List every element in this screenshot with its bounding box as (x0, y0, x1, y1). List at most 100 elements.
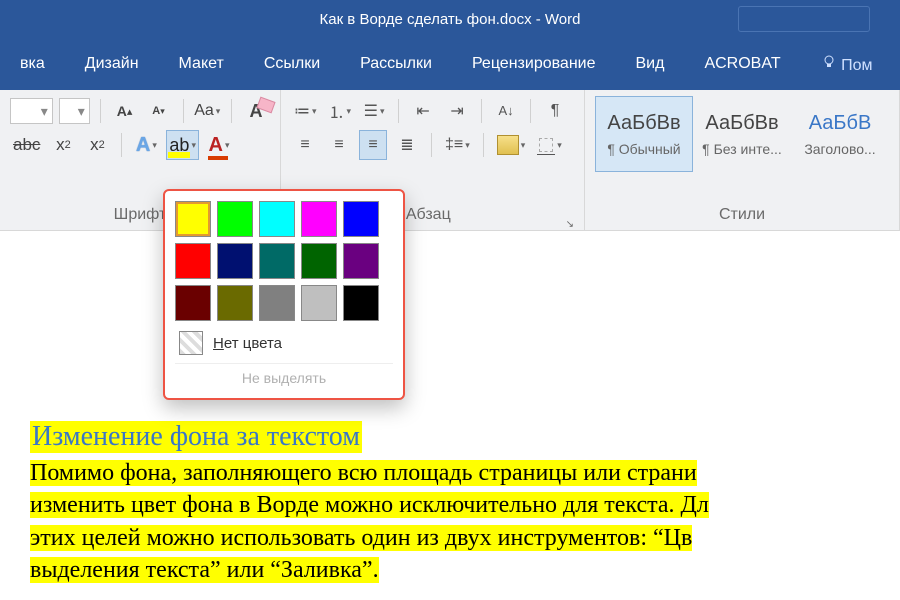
style-preview: АаБбВв (705, 112, 778, 135)
sort-button[interactable]: А↓ (492, 96, 520, 126)
indent-button[interactable]: ⇥ (443, 96, 471, 126)
account-box[interactable] (738, 6, 870, 32)
tab-review[interactable]: Рецензирование (452, 55, 616, 73)
color-swatch[interactable] (259, 201, 295, 237)
tab-insert[interactable]: вка (0, 55, 65, 73)
font-size-combo[interactable]: ▾ (59, 98, 90, 124)
subscript-button[interactable]: x2 (49, 130, 77, 160)
style-label: ¶ Без инте... (702, 141, 782, 157)
superscript-icon: x (90, 135, 99, 155)
color-swatch[interactable] (175, 243, 211, 279)
styles-gallery: АаБбВв ¶ Обычный АаБбВв ¶ Без инте... Аа… (595, 96, 889, 172)
separator (231, 99, 232, 123)
style-label: Заголово... (804, 141, 875, 157)
color-swatch[interactable] (343, 285, 379, 321)
tab-view[interactable]: Вид (616, 55, 685, 73)
color-swatch[interactable] (217, 243, 253, 279)
color-swatch[interactable] (301, 285, 337, 321)
align-right-button[interactable]: ≡ (359, 130, 387, 160)
borders-icon (537, 136, 555, 155)
numbering-button[interactable]: ⒈▾ (326, 96, 355, 126)
doc-line: этих целей можно использовать один из дв… (30, 525, 692, 551)
color-swatch[interactable] (259, 285, 295, 321)
text-effects-icon: A (136, 134, 150, 157)
highlight-color-picker: Нет цвета Не выделять (163, 189, 405, 400)
change-case-icon: Aa (194, 102, 214, 120)
ribbon: ▾ ▾ A▴ A▾ Aa▾ A abc x2 x2 A▾ ab▾ A▾ Шриф… (0, 90, 900, 231)
doc-line: Помимо фона, заполняющего всю площадь ст… (30, 460, 697, 486)
subscript-icon: x (56, 135, 65, 155)
style-no-spacing[interactable]: АаБбВв ¶ Без инте... (693, 96, 791, 172)
color-swatch[interactable] (301, 243, 337, 279)
superscript-button[interactable]: x2 (83, 130, 111, 160)
doc-heading[interactable]: Изменение фона за текстом (30, 421, 362, 453)
highlight-icon: ab (169, 135, 189, 156)
color-swatch[interactable] (175, 201, 211, 237)
style-heading[interactable]: АаБбВ Заголово... (791, 96, 889, 172)
borders-button[interactable]: ▾ (534, 130, 565, 160)
group-styles-label: Стили (595, 200, 889, 230)
tab-mailings[interactable]: Рассылки (340, 55, 452, 73)
bulb-icon (821, 54, 837, 70)
tab-acrobat[interactable]: ACROBAT (684, 55, 800, 73)
separator (431, 133, 432, 157)
no-color-icon (179, 331, 203, 355)
bullets-button[interactable]: ≔▾ (291, 96, 320, 126)
change-case-button[interactable]: Aa▾ (193, 96, 221, 126)
line-spacing-button[interactable]: ‡≡▾ (442, 130, 473, 160)
group-styles: АаБбВв ¶ Обычный АаБбВв ¶ Без инте... Аа… (585, 90, 900, 230)
tell-me[interactable]: Пом (801, 54, 893, 75)
no-color-item[interactable]: Нет цвета (175, 321, 393, 359)
clear-format-button[interactable]: A (242, 96, 270, 126)
font-name-combo[interactable]: ▾ (10, 98, 53, 124)
show-marks-button[interactable]: ¶ (541, 96, 569, 126)
separator (121, 133, 122, 157)
outdent-button[interactable]: ⇤ (409, 96, 437, 126)
doc-body[interactable]: Помимо фона, заполняющего всю площадь ст… (30, 457, 900, 587)
stop-highlight-item: Не выделять (175, 363, 393, 392)
font-color-button[interactable]: A▾ (205, 130, 233, 160)
color-swatch[interactable] (217, 285, 253, 321)
justify-button[interactable]: ≣ (393, 130, 421, 160)
style-normal[interactable]: АаБбВв ¶ Обычный (595, 96, 693, 172)
tell-me-label: Пом (841, 57, 872, 74)
style-label: ¶ Обычный (607, 141, 680, 157)
text-effects-button[interactable]: A▾ (132, 130, 160, 160)
align-center-button[interactable]: ≡ (325, 130, 353, 160)
tab-design[interactable]: Дизайн (65, 55, 159, 73)
align-left-button[interactable]: ≡ (291, 130, 319, 160)
color-swatches (175, 201, 393, 321)
doc-line: изменить цвет фона в Ворде можно исключи… (30, 492, 709, 518)
highlight-button[interactable]: ab▾ (166, 130, 199, 160)
separator (483, 133, 484, 157)
increase-font-icon: A (117, 103, 127, 119)
color-swatch[interactable] (259, 243, 295, 279)
tab-layout[interactable]: Макет (159, 55, 244, 73)
separator (100, 99, 101, 123)
eraser-icon: A (250, 101, 263, 122)
increase-font-button[interactable]: A▴ (111, 96, 139, 126)
style-preview: АаБбВв (607, 112, 680, 135)
tab-references[interactable]: Ссылки (244, 55, 340, 73)
color-swatch[interactable] (343, 243, 379, 279)
decrease-font-button[interactable]: A▾ (145, 96, 173, 126)
style-preview: АаБбВ (809, 112, 872, 135)
multilevel-button[interactable]: ☰▾ (360, 96, 388, 126)
document-title: Как в Ворде сделать фон.docx - Word (320, 11, 581, 28)
doc-line: выделения текста” или “Заливка”. (30, 557, 379, 583)
title-bar: Как в Ворде сделать фон.docx - Word (0, 0, 900, 38)
shading-button[interactable]: ▾ (494, 130, 529, 160)
ribbon-tabs: вка Дизайн Макет Ссылки Рассылки Рецензи… (0, 38, 900, 90)
strike-button[interactable]: abc (10, 130, 43, 160)
font-color-icon: A (208, 134, 222, 157)
color-swatch[interactable] (301, 201, 337, 237)
paragraph-dialog-launcher[interactable]: ↘ (566, 219, 574, 230)
shading-icon (497, 135, 519, 155)
document-page: Изменение фона за текстом Помимо фона, з… (0, 231, 900, 587)
color-swatch[interactable] (217, 201, 253, 237)
no-color-label: Нет цвета (213, 335, 282, 352)
decrease-font-icon: A (152, 105, 160, 117)
separator (398, 99, 399, 123)
color-swatch[interactable] (175, 285, 211, 321)
color-swatch[interactable] (343, 201, 379, 237)
